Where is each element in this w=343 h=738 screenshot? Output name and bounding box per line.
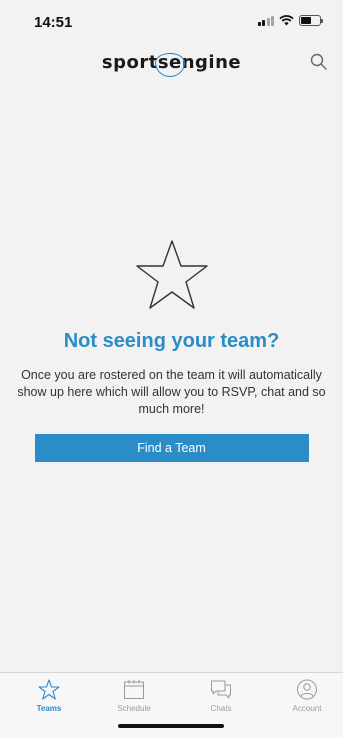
empty-state: Not seeing your team? Once you are roste… (0, 238, 343, 462)
star-icon (38, 679, 60, 700)
status-bar: 14:51 (0, 0, 343, 40)
search-icon (310, 53, 327, 70)
tab-chats[interactable]: Chats (186, 679, 256, 713)
status-icons (257, 15, 323, 26)
app-header: sportsengine (0, 44, 343, 80)
account-icon (297, 679, 317, 700)
calendar-icon (124, 680, 144, 699)
star-outline-icon (135, 240, 208, 309)
tab-account[interactable]: Account (272, 679, 342, 713)
battery-icon (299, 15, 323, 26)
sportsengine-logo: sportsengine (101, 52, 242, 77)
status-time: 14:51 (34, 14, 73, 31)
battery-level (301, 17, 311, 24)
chat-icon (211, 680, 231, 699)
tab-bar: Teams Schedule Chats Account (0, 672, 343, 738)
tab-label: Teams (36, 704, 62, 713)
empty-state-message: Once you are rostered on the team it wil… (17, 368, 326, 416)
tab-teams[interactable]: Teams (14, 679, 84, 713)
tab-label: Schedule (117, 704, 151, 713)
wifi-icon (279, 15, 294, 26)
cellular-signal-icon (257, 15, 274, 26)
home-indicator (118, 724, 224, 728)
empty-state-title: Not seeing your team? (63, 330, 280, 352)
tab-schedule[interactable]: Schedule (99, 679, 169, 713)
teams-screen: 14:51 sportsengine Not seeing your team?… (0, 0, 343, 738)
tab-label: Chats (210, 704, 232, 713)
find-a-team-button[interactable]: Find a Team (34, 434, 309, 462)
tab-label: Account (292, 704, 322, 713)
search-button[interactable] (307, 50, 331, 74)
